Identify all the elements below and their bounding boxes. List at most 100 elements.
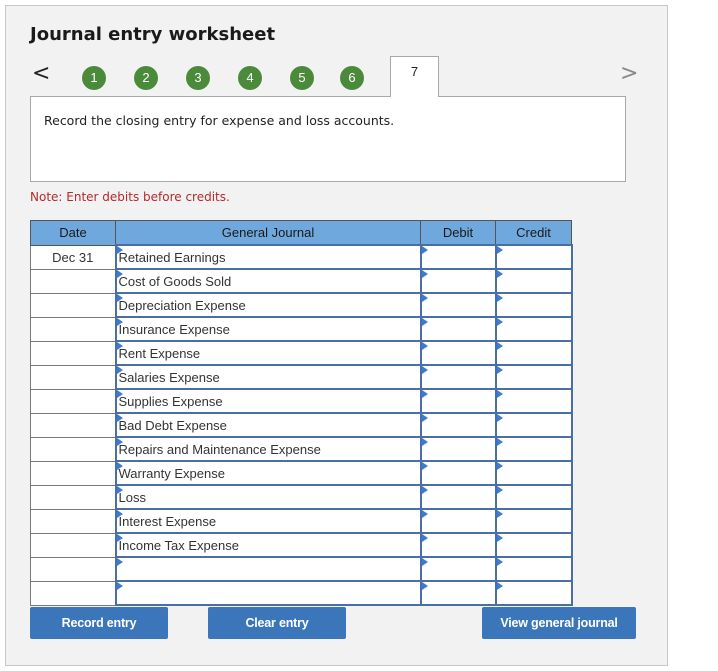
cell-marker-icon [116,486,123,494]
header-debit: Debit [420,220,496,246]
credit-input[interactable] [494,292,573,318]
step-4[interactable]: 4 [238,66,262,90]
view-general-journal-button[interactable]: View general journal [482,607,636,639]
account-input[interactable]: Rent Expense [114,340,422,366]
cell-marker-icon [421,294,428,302]
debit-input[interactable] [419,340,497,366]
cell-marker-icon [496,510,503,518]
debit-input[interactable] [419,268,497,294]
step-1[interactable]: 1 [82,66,106,90]
step-6[interactable]: 6 [340,66,364,90]
chevron-right-icon[interactable]: > [620,63,638,85]
cell-marker-icon [421,318,428,326]
date-cell[interactable] [30,580,116,606]
cell-marker-icon [496,390,503,398]
table-header-row: Date General Journal Debit Credit [30,220,572,246]
cell-marker-icon [496,558,503,566]
table-row: Warranty Expense [30,460,573,486]
cell-marker-icon [496,414,503,422]
header-date: Date [30,220,116,246]
credit-input[interactable] [494,412,573,438]
credit-input[interactable] [494,436,573,462]
cell-marker-icon [421,438,428,446]
cell-marker-icon [116,390,123,398]
credit-input[interactable] [494,556,573,582]
cell-marker-icon [116,270,123,278]
note-text: Note: Enter debits before credits. [30,190,230,204]
account-value: Bad Debt Expense [118,417,227,433]
cell-marker-icon [421,366,428,374]
credit-input[interactable] [494,388,573,414]
debit-input[interactable] [419,412,497,438]
account-input[interactable]: Bad Debt Expense [114,412,422,438]
debit-input[interactable] [419,244,497,270]
clear-entry-button[interactable]: Clear entry [208,607,346,639]
account-input[interactable]: Warranty Expense [114,460,422,486]
credit-input[interactable] [494,580,573,606]
date-cell[interactable] [30,484,116,510]
step-5[interactable]: 5 [290,66,314,90]
chevron-left-icon[interactable]: < [32,63,50,85]
instruction-text: Record the closing entry for expense and… [44,113,395,128]
date-cell[interactable] [30,364,116,390]
date-cell[interactable] [30,436,116,462]
debit-input[interactable] [419,484,497,510]
table-row: Cost of Goods Sold [30,268,573,294]
cell-marker-icon [116,534,123,542]
account-input[interactable] [114,556,422,582]
cell-marker-icon [421,462,428,470]
step-2[interactable]: 2 [134,66,158,90]
account-input[interactable]: Retained Earnings [114,244,422,270]
debit-input[interactable] [419,556,497,582]
account-input[interactable]: Insurance Expense [114,316,422,342]
credit-input[interactable] [494,532,573,558]
date-cell[interactable] [30,388,116,414]
debit-input[interactable] [419,292,497,318]
date-cell[interactable] [30,508,116,534]
date-cell[interactable]: Dec 31 [30,244,116,270]
account-input[interactable]: Depreciation Expense [114,292,422,318]
date-cell[interactable] [30,268,116,294]
debit-input[interactable] [419,436,497,462]
date-cell[interactable] [30,340,116,366]
table-row: Bad Debt Expense [30,412,573,438]
date-cell[interactable] [30,412,116,438]
account-input[interactable]: Supplies Expense [114,388,422,414]
debit-input[interactable] [419,508,497,534]
debit-input[interactable] [419,316,497,342]
cell-marker-icon [496,366,503,374]
debit-input[interactable] [419,580,497,606]
credit-input[interactable] [494,244,573,270]
step-3[interactable]: 3 [186,66,210,90]
date-cell[interactable] [30,460,116,486]
debit-input[interactable] [419,460,497,486]
debit-input[interactable] [419,532,497,558]
credit-input[interactable] [494,340,573,366]
account-input[interactable] [114,580,422,606]
credit-input[interactable] [494,484,573,510]
account-input[interactable]: Interest Expense [114,508,422,534]
account-input[interactable]: Loss [114,484,422,510]
step-tab-active[interactable]: 7 [390,56,439,97]
record-entry-button[interactable]: Record entry [30,607,168,639]
cell-marker-icon [496,318,503,326]
date-cell[interactable] [30,316,116,342]
account-input[interactable]: Income Tax Expense [114,532,422,558]
date-cell[interactable] [30,532,116,558]
date-cell[interactable] [30,292,116,318]
credit-input[interactable] [494,268,573,294]
debit-input[interactable] [419,364,497,390]
date-cell[interactable] [30,556,116,582]
credit-input[interactable] [494,316,573,342]
credit-input[interactable] [494,460,573,486]
credit-input[interactable] [494,508,573,534]
credit-input[interactable] [494,364,573,390]
account-input[interactable]: Cost of Goods Sold [114,268,422,294]
table-row: Repairs and Maintenance Expense [30,436,573,462]
debit-input[interactable] [419,388,497,414]
account-value: Salaries Expense [118,369,220,385]
cell-marker-icon [116,366,123,374]
account-input[interactable]: Repairs and Maintenance Expense [114,436,422,462]
cell-marker-icon [421,342,428,350]
account-input[interactable]: Salaries Expense [114,364,422,390]
